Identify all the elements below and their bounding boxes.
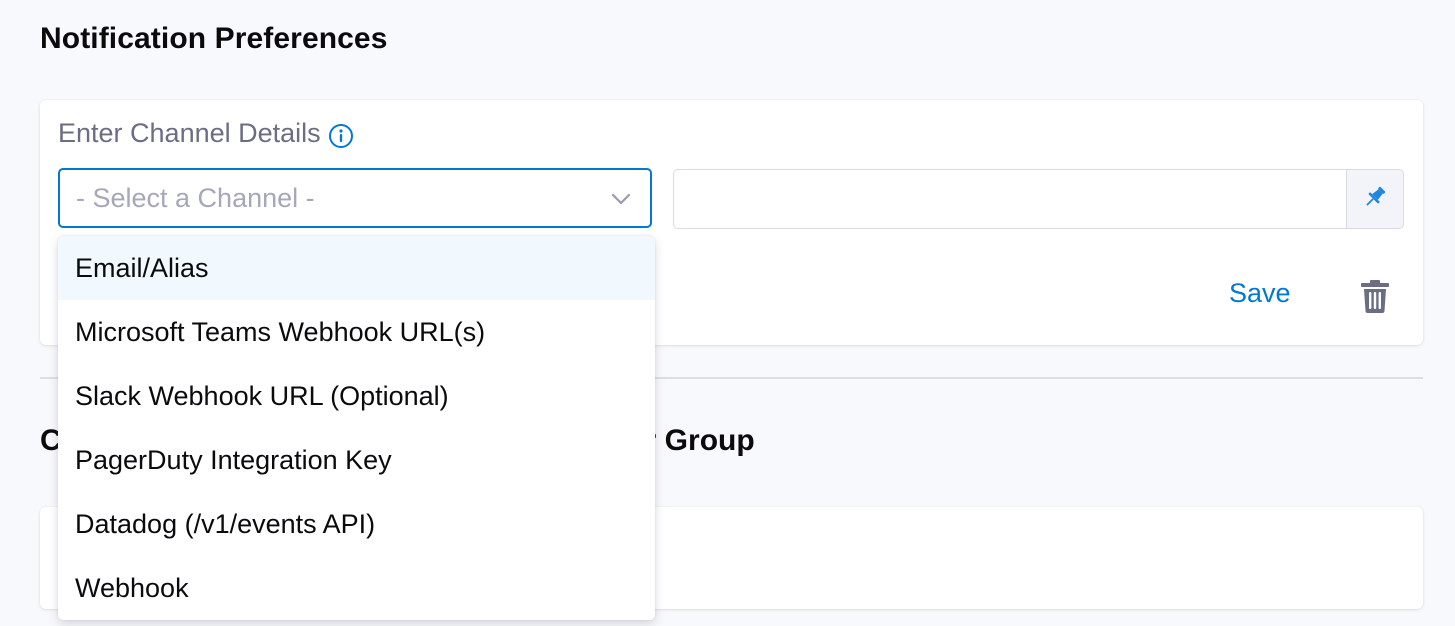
pin-icon [1362,184,1388,215]
channel-details-label-text: Enter Channel Details [58,117,321,148]
delete-button[interactable] [1358,278,1392,314]
dropdown-option-webhook[interactable]: Webhook [58,556,655,620]
save-button[interactable]: Save [1229,278,1291,309]
dropdown-option-pagerduty[interactable]: PagerDuty Integration Key [58,428,655,492]
channel-select-placeholder: - Select a Channel - [76,182,315,213]
trash-icon [1358,280,1392,318]
channel-details-label: Enter Channel Details [58,117,354,149]
dropdown-option-datadog[interactable]: Datadog (/v1/events API) [58,492,655,556]
channel-dropdown-menu: Email/Alias Microsoft Teams Webhook URL(… [58,236,655,620]
channel-value-input[interactable] [673,169,1347,229]
chevron-down-icon [610,188,632,210]
section-title-end: r Group [644,424,755,457]
dropdown-option-slack[interactable]: Slack Webhook URL (Optional) [58,364,655,428]
page-title: Notification Preferences [40,22,388,55]
channel-select[interactable]: - Select a Channel - [58,168,652,228]
dropdown-option-microsoft-teams[interactable]: Microsoft Teams Webhook URL(s) [58,300,655,364]
pin-button[interactable] [1346,169,1404,229]
dropdown-option-email-alias[interactable]: Email/Alias [58,236,655,300]
info-icon[interactable] [328,123,354,149]
